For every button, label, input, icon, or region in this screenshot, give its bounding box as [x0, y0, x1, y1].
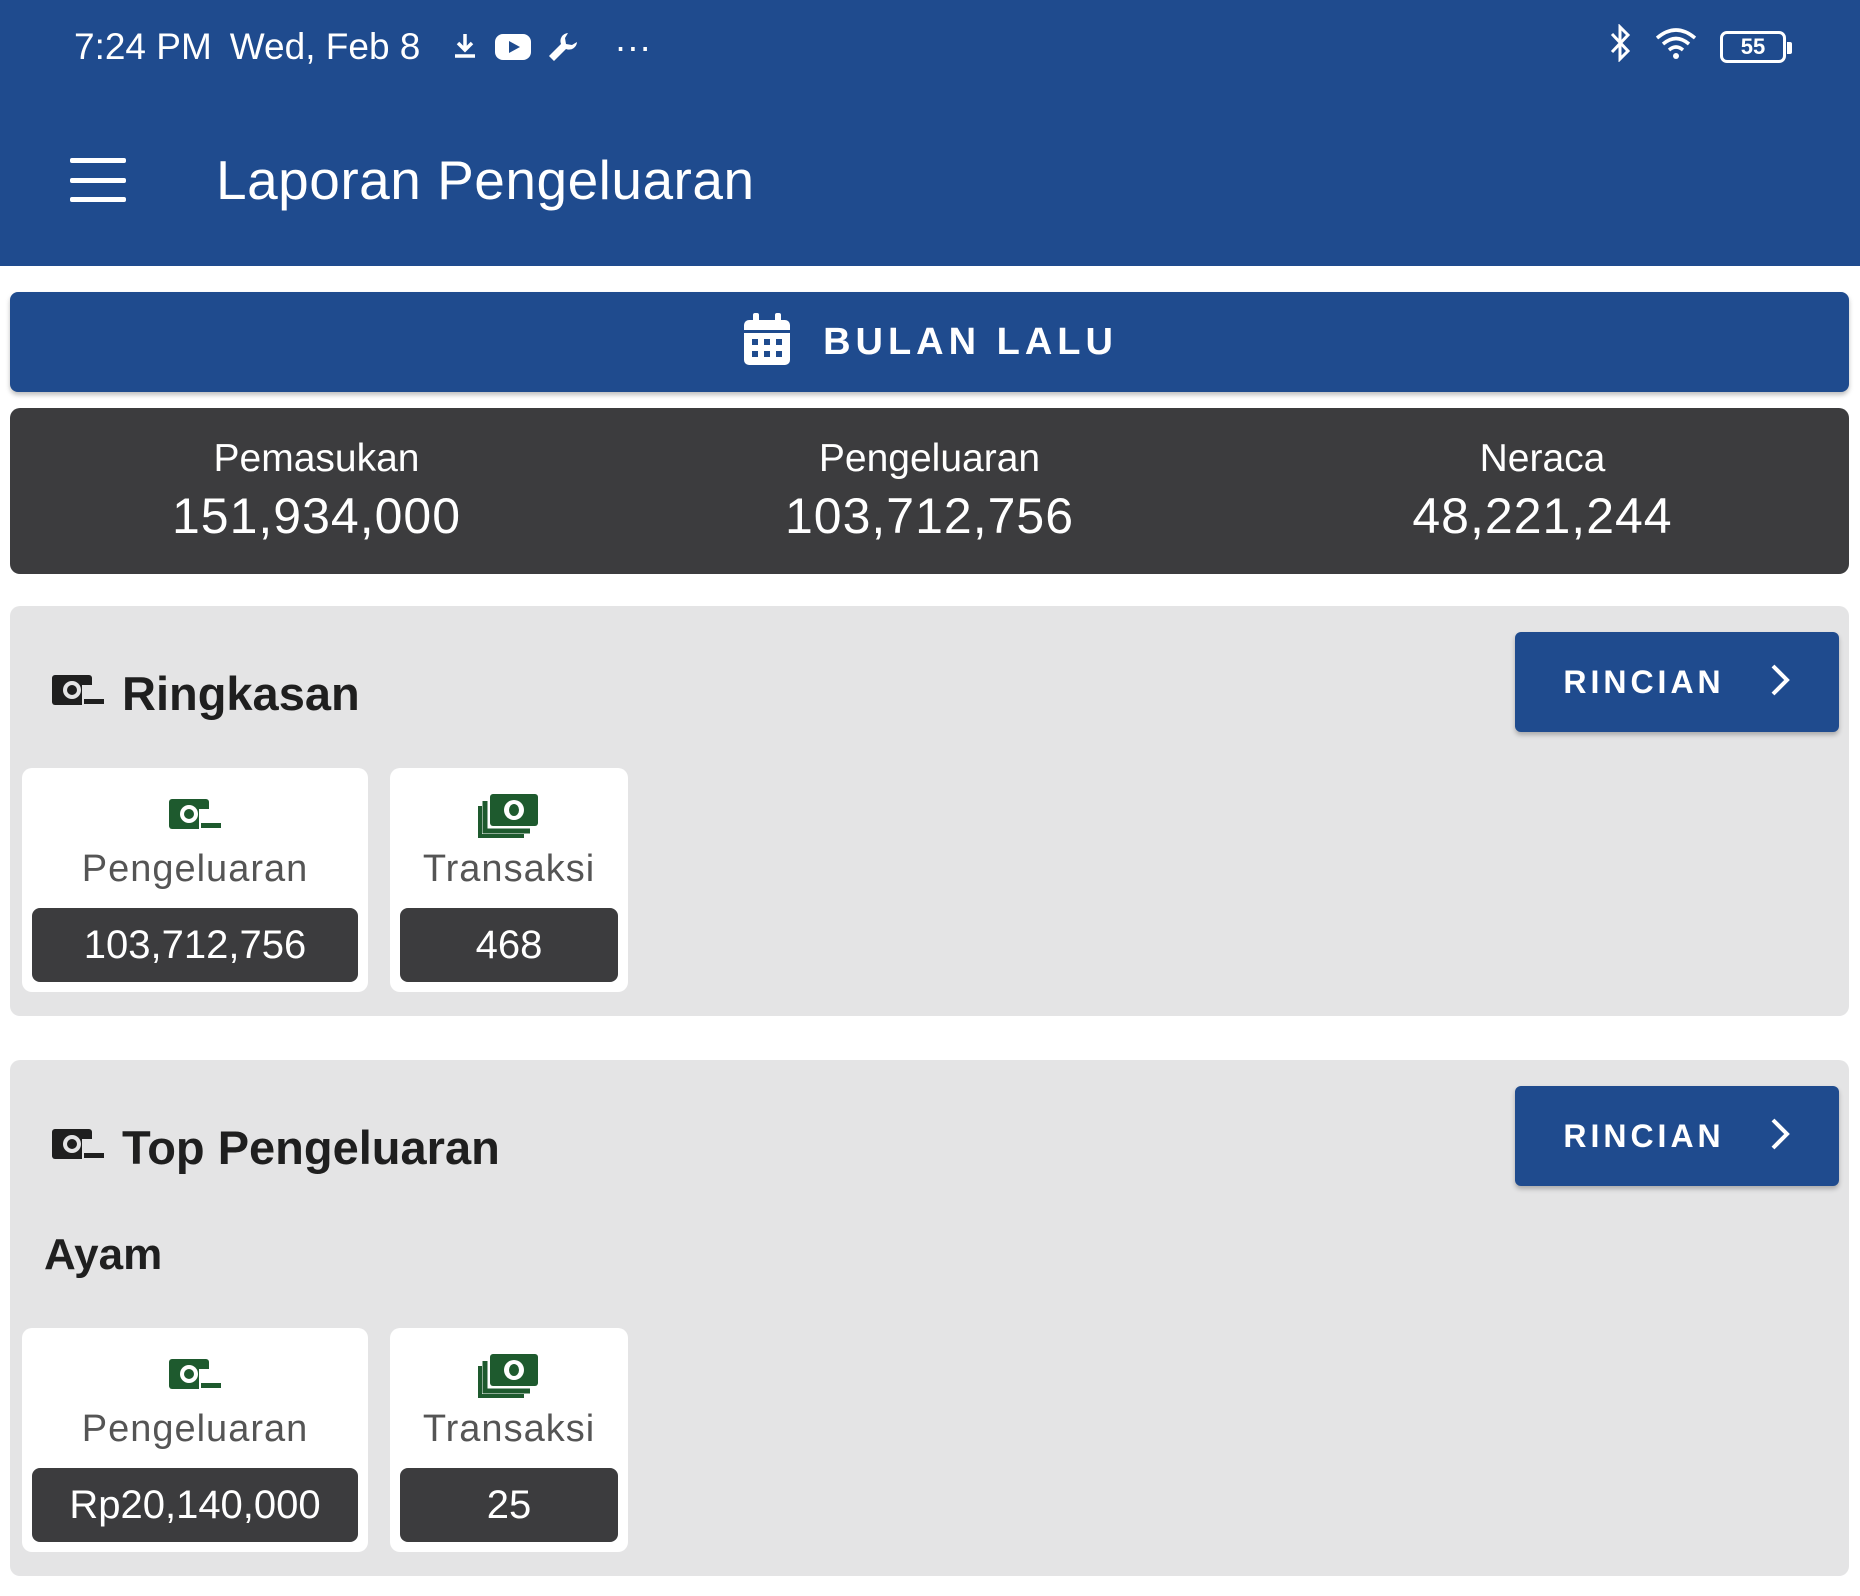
ringkasan-expense-label: Pengeluaran	[81, 848, 309, 890]
summary-bar: Pemasukan 151,934,000 Pengeluaran 103,71…	[10, 408, 1849, 574]
top-expense-amount-value: Rp20,140,000	[32, 1468, 358, 1542]
money-icon	[50, 673, 106, 714]
chevron-right-icon	[1769, 1117, 1791, 1156]
wifi-icon	[1654, 26, 1698, 69]
status-bar: 7:24 PM Wed, Feb 8 ··· 55	[0, 0, 1860, 94]
ringkasan-transactions-value: 468	[400, 908, 618, 982]
top-expense-title: Top Pengeluaran	[122, 1121, 500, 1174]
summary-expense: Pengeluaran 103,712,756	[623, 408, 1236, 574]
ringkasan-transactions-tile: Transaksi 468	[390, 768, 628, 992]
ringkasan-header: Ringkasan	[50, 666, 360, 721]
summary-expense-label: Pengeluaran	[818, 437, 1041, 480]
cash-stack-icon	[478, 1352, 540, 1398]
status-date: Wed, Feb 8	[229, 26, 421, 67]
top-expense-header: Top Pengeluaran	[50, 1120, 500, 1175]
app-bar: 7:24 PM Wed, Feb 8 ··· 55 Laporan Pengel…	[0, 0, 1860, 266]
status-time: 7:24 PM	[74, 26, 212, 67]
menu-icon[interactable]	[70, 158, 126, 202]
period-button[interactable]: BULAN LALU	[10, 292, 1849, 392]
top-expense-detail-button[interactable]: RINCIAN	[1515, 1086, 1839, 1186]
period-label: BULAN LALU	[823, 320, 1118, 363]
summary-balance-label: Neraca	[1479, 437, 1606, 480]
toolbar: Laporan Pengeluaran	[0, 120, 1860, 240]
top-expense-transactions-tile: Transaksi 25	[390, 1328, 628, 1552]
ringkasan-expense-value: 103,712,756	[32, 908, 358, 982]
top-expense-detail-label: RINCIAN	[1563, 1117, 1725, 1154]
top-expense-amount-label: Pengeluaran	[81, 1408, 309, 1450]
youtube-icon	[494, 33, 532, 61]
calendar-icon	[741, 312, 793, 373]
ringkasan-expense-tile: Pengeluaran 103,712,756	[22, 768, 368, 992]
summary-expense-value: 103,712,756	[784, 488, 1075, 544]
wrench-icon	[546, 30, 580, 64]
top-expense-transactions-value: 25	[400, 1468, 618, 1542]
top-expense-category: Ayam	[44, 1230, 163, 1279]
money-icon	[167, 1352, 223, 1398]
download-icon	[450, 31, 480, 63]
top-expense-card: Top Pengeluaran RINCIAN Ayam Pengeluaran…	[10, 1060, 1849, 1576]
summary-income: Pemasukan 151,934,000	[10, 408, 623, 574]
summary-balance: Neraca 48,221,244	[1236, 408, 1849, 574]
top-expense-transactions-label: Transaksi	[422, 1408, 596, 1450]
ringkasan-transactions-label: Transaksi	[422, 848, 596, 890]
more-dots-icon: ···	[614, 26, 652, 67]
money-icon	[167, 792, 223, 838]
chevron-right-icon	[1769, 663, 1791, 702]
bluetooth-icon	[1608, 22, 1632, 71]
ringkasan-detail-button[interactable]: RINCIAN	[1515, 632, 1839, 732]
cash-stack-icon	[478, 792, 540, 838]
battery-indicator: 55	[1720, 31, 1792, 63]
money-icon	[50, 1127, 106, 1168]
ringkasan-card: Ringkasan RINCIAN Pengeluaran 103,712,75…	[10, 606, 1849, 1016]
page-title: Laporan Pengeluaran	[216, 149, 755, 211]
ringkasan-title: Ringkasan	[122, 667, 360, 720]
summary-income-value: 151,934,000	[171, 488, 462, 544]
top-expense-amount-tile: Pengeluaran Rp20,140,000	[22, 1328, 368, 1552]
summary-income-label: Pemasukan	[213, 437, 420, 480]
summary-balance-value: 48,221,244	[1412, 488, 1673, 544]
ringkasan-detail-label: RINCIAN	[1563, 663, 1725, 700]
